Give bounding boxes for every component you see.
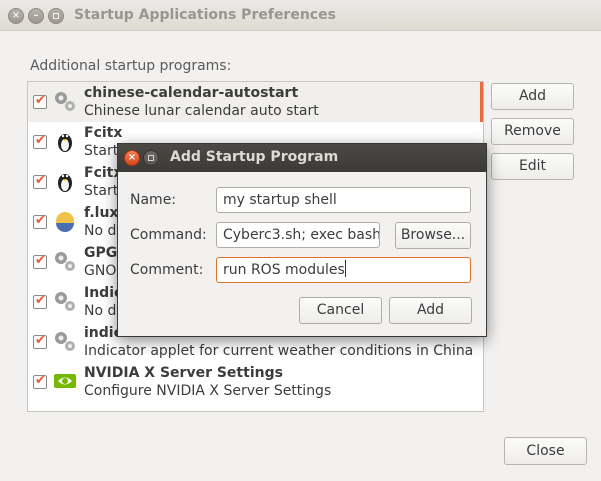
enabled-checkbox[interactable]: ✔ [33, 373, 47, 389]
window-maximize-icon[interactable] [48, 8, 64, 24]
list-item[interactable]: ✔ NVIDIA X Server Settings Configure NVI… [28, 362, 483, 402]
command-label: Command: [130, 227, 207, 243]
name-label: Name: [130, 192, 177, 208]
name-field[interactable]: my startup shell [216, 187, 471, 213]
enabled-checkbox[interactable]: ✔ [33, 253, 47, 269]
edit-button[interactable]: Edit [491, 153, 574, 180]
window-minimize-icon[interactable]: – [28, 8, 44, 24]
program-name: NVIDIA X Server Settings [84, 365, 283, 381]
comment-label: Comment: [130, 262, 204, 278]
section-label: Additional startup programs: [30, 58, 232, 74]
comment-value: run ROS modules [223, 262, 345, 278]
dialog-titlebar[interactable]: × Add Startup Program [118, 144, 486, 172]
remove-button[interactable]: Remove [491, 118, 574, 145]
gears-icon [55, 292, 75, 311]
browse-button[interactable]: Browse... [395, 222, 471, 249]
program-name: chinese-calendar-autostart [84, 85, 299, 101]
flux-icon [56, 212, 74, 232]
penguin-icon [58, 174, 72, 192]
command-field[interactable]: Cyberc3.sh; exec bash; [216, 222, 380, 248]
dialog-maximize-icon[interactable] [143, 150, 159, 166]
program-description: Chinese lunar calendar auto start [84, 103, 319, 119]
cancel-button[interactable]: Cancel [299, 297, 382, 324]
penguin-icon [58, 134, 72, 152]
program-name: f.lux [84, 205, 119, 221]
program-description: Indicator applet for current weather con… [84, 343, 474, 359]
window-close-icon[interactable]: × [8, 8, 24, 24]
dialog-add-button[interactable]: Add [389, 297, 472, 324]
gears-icon [55, 92, 75, 111]
gears-icon [55, 252, 75, 271]
enabled-checkbox[interactable]: ✔ [33, 213, 47, 229]
enabled-checkbox[interactable]: ✔ [33, 293, 47, 309]
window-title: Startup Applications Preferences [74, 7, 336, 23]
list-item[interactable]: ✔ chinese-calendar-autostart Chinese lun… [28, 82, 483, 122]
enabled-checkbox[interactable]: ✔ [33, 93, 47, 109]
dialog-close-icon[interactable]: × [124, 150, 140, 166]
program-name: Fcitx [84, 125, 123, 141]
add-button[interactable]: Add [491, 83, 574, 110]
comment-field[interactable]: run ROS modules [216, 257, 471, 283]
window-titlebar[interactable]: × – Startup Applications Preferences [0, 0, 601, 31]
add-startup-program-dialog: × Add Startup Program Name: my startup s… [117, 143, 487, 337]
gears-icon [55, 332, 75, 351]
enabled-checkbox[interactable]: ✔ [33, 333, 47, 349]
text-cursor [344, 260, 346, 277]
close-button[interactable]: Close [504, 437, 587, 465]
nvidia-icon [54, 374, 76, 388]
program-description: Configure NVIDIA X Server Settings [84, 383, 332, 399]
enabled-checkbox[interactable]: ✔ [33, 133, 47, 149]
enabled-checkbox[interactable]: ✔ [33, 173, 47, 189]
dialog-title: Add Startup Program [170, 149, 339, 165]
program-name: GPG [84, 245, 118, 261]
